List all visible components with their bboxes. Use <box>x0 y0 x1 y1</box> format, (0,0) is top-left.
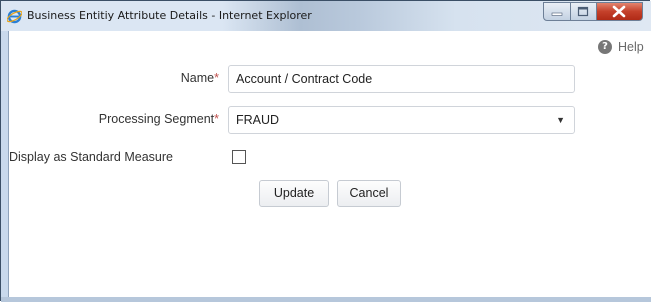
name-label-text: Name <box>180 71 215 85</box>
required-marker: * <box>214 112 219 126</box>
help-link[interactable]: ? Help <box>598 40 644 54</box>
name-value: Account / Contract Code <box>236 72 373 86</box>
minimize-button[interactable] <box>543 2 571 21</box>
close-icon <box>612 5 626 18</box>
window-title: Business Entitiy Attribute Details - Int… <box>27 9 312 22</box>
processing-segment-label-text: Processing Segment <box>98 112 215 126</box>
title-bar[interactable]: Business Entitiy Attribute Details - Int… <box>1 1 651 31</box>
dialog-content: ? Help Name* Account / Contract Code Pro… <box>9 31 652 297</box>
name-field[interactable]: Account / Contract Code <box>228 65 575 93</box>
cancel-button[interactable]: Cancel <box>337 180 401 207</box>
window-frame-bottom <box>1 297 651 302</box>
chevron-down-icon: ▼ <box>556 115 565 125</box>
name-label: Name* <box>109 71 219 85</box>
help-icon: ? <box>598 40 612 54</box>
minimize-icon <box>551 12 563 16</box>
standard-measure-label: Display as Standard Measure <box>9 150 173 164</box>
processing-segment-value: FRAUD <box>236 113 280 127</box>
standard-measure-checkbox[interactable] <box>232 150 246 164</box>
maximize-button[interactable] <box>571 2 597 21</box>
ie-icon <box>7 9 22 24</box>
close-button[interactable] <box>597 2 643 21</box>
processing-segment-label: Processing Segment* <box>59 112 219 126</box>
maximize-icon <box>577 6 589 17</box>
required-marker: * <box>214 71 219 85</box>
window-frame-left <box>1 31 9 297</box>
update-button[interactable]: Update <box>259 180 329 207</box>
processing-segment-select[interactable]: FRAUD ▼ <box>228 106 575 134</box>
browser-window: Business Entitiy Attribute Details - Int… <box>0 0 652 302</box>
help-label: Help <box>618 40 644 54</box>
